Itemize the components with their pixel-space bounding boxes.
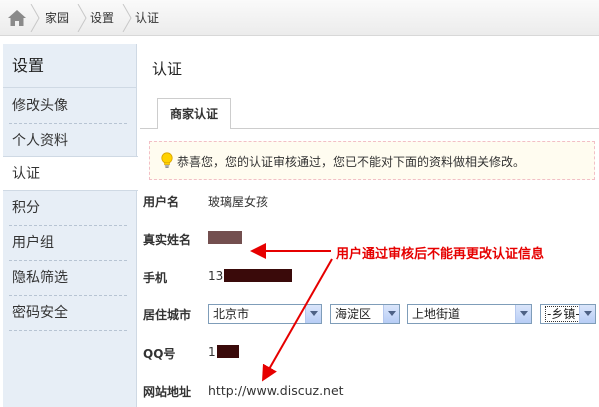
annotation-arrow-website	[262, 258, 333, 382]
annotation-arrows	[250, 243, 333, 382]
